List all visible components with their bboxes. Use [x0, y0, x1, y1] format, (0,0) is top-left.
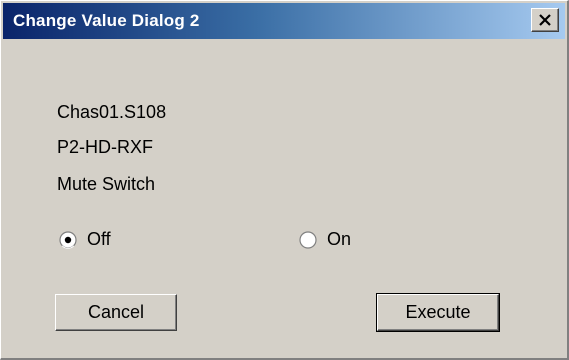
execute-button[interactable]: Execute — [376, 293, 500, 332]
radio-on-label: On — [327, 229, 352, 249]
radio-off[interactable]: Off — [59, 229, 111, 250]
module-label: P2-HD-RXF — [57, 137, 154, 157]
radio-off-label: Off — [87, 229, 111, 249]
chassis-label: Chas01.S108 — [57, 102, 167, 122]
parameter-label: Mute Switch — [57, 174, 156, 194]
close-icon — [539, 14, 551, 26]
cancel-button[interactable]: Cancel — [55, 294, 177, 331]
radio-selected-icon — [59, 230, 77, 249]
change-value-dialog: Change Value Dialog 2 Chas01.S108 P2-HD-… — [0, 0, 569, 360]
window-title: Change Value Dialog 2 — [13, 11, 200, 30]
radio-on[interactable]: On — [299, 229, 351, 250]
radio-unselected-icon — [299, 230, 317, 249]
title-bar[interactable]: Change Value Dialog 2 — [3, 3, 565, 39]
close-button[interactable] — [531, 8, 559, 32]
